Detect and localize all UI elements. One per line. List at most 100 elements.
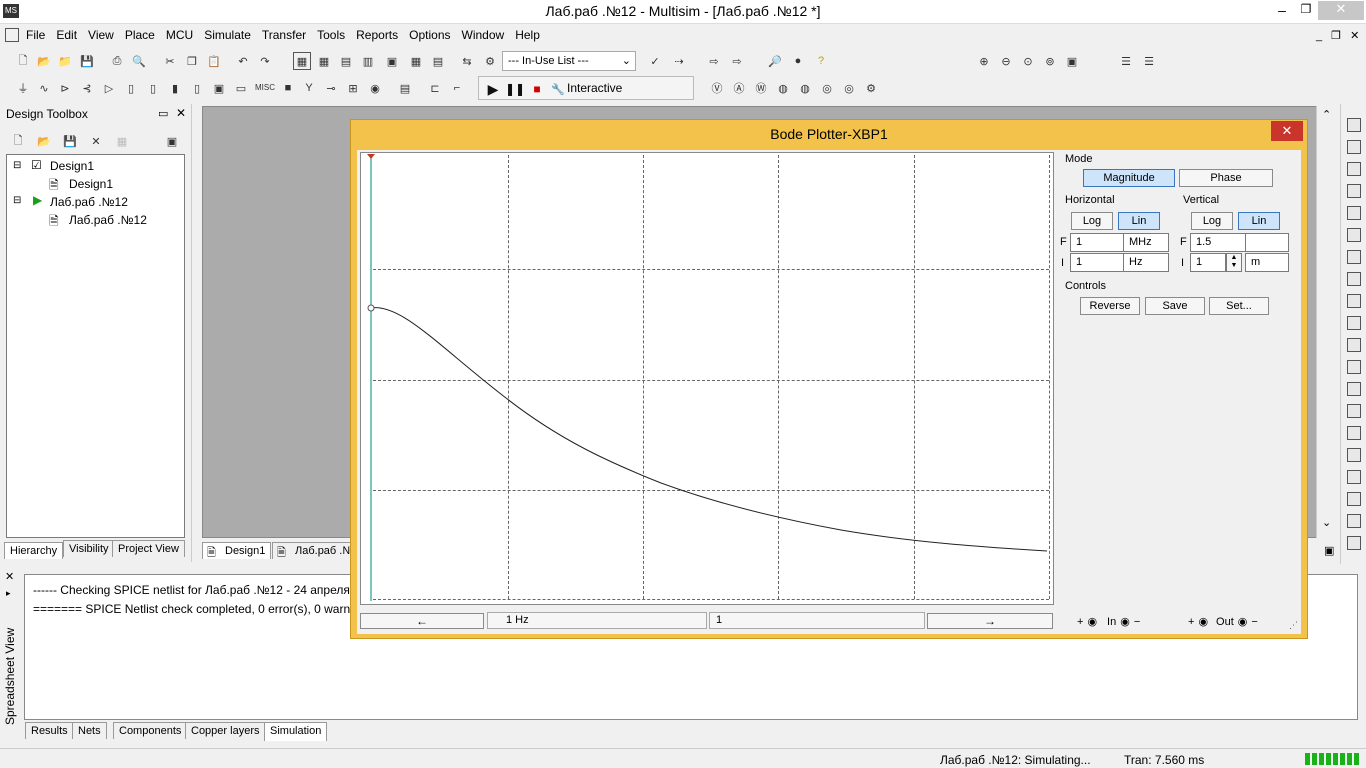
instrument-icon[interactable] — [1347, 470, 1361, 484]
instrument-icon[interactable] — [1347, 338, 1361, 352]
bus-icon[interactable]: ⊏ — [426, 79, 444, 97]
v-final-value[interactable]: 1.5 — [1190, 233, 1246, 252]
instrument-icon[interactable] — [1347, 448, 1361, 462]
menu-item-window[interactable]: Window — [462, 28, 505, 42]
h-initial-value[interactable]: 1 — [1070, 253, 1124, 272]
stop-icon[interactable]: ■ — [528, 80, 546, 98]
instrument-icon[interactable] — [1347, 360, 1361, 374]
terminal-icon[interactable]: ◉ — [1120, 615, 1130, 628]
toggle-toolbox-icon[interactable]: ▦ — [293, 52, 311, 70]
close-button[interactable]: ✕ — [1318, 1, 1364, 20]
fullscreen-icon[interactable]: ▣ — [1063, 52, 1081, 70]
tree-item-design1-sheet[interactable]: Design1 — [69, 177, 113, 191]
instrument-icon[interactable] — [1347, 382, 1361, 396]
tab-copper-layers[interactable]: Copper layers — [185, 722, 266, 739]
instrument-icon[interactable] — [1347, 162, 1361, 176]
save-icon[interactable]: 💾 — [78, 52, 96, 70]
electromech-icon[interactable]: ⊸ — [322, 79, 340, 97]
basic-icon[interactable]: ∿ — [35, 79, 53, 97]
menu-item-mcu[interactable]: MCU — [166, 28, 193, 42]
pause-icon[interactable]: ❚❚ — [505, 80, 525, 98]
tree-item-lab12-sheet[interactable]: Лаб.раб .№12 — [69, 213, 147, 227]
instrument-icon[interactable] — [1347, 140, 1361, 154]
menu-item-file[interactable]: File — [26, 28, 45, 42]
list-alt-icon[interactable]: ☰ — [1140, 52, 1158, 70]
close-design-icon[interactable]: ✕ — [87, 132, 105, 150]
h-initial-unit[interactable]: Hz — [1123, 253, 1169, 272]
menu-item-simulate[interactable]: Simulate — [204, 28, 251, 42]
v-initial-spinner[interactable]: ▲ ▼ — [1226, 253, 1242, 272]
instrument-icon[interactable] — [1347, 206, 1361, 220]
source-icon[interactable]: ⏚ — [14, 79, 32, 97]
terminal-icon[interactable]: ◉ — [1238, 615, 1248, 628]
vertical-log-button[interactable]: Log — [1191, 212, 1233, 230]
erc-icon[interactable]: ✓ — [646, 52, 664, 70]
panel-arrow-icon[interactable]: ▸ — [6, 588, 11, 599]
redo-icon[interactable]: ↷ — [256, 52, 274, 70]
find-icon[interactable]: 🔎 — [766, 52, 784, 70]
print-icon[interactable]: ⎙ — [108, 52, 126, 70]
instrument-icon[interactable] — [1347, 272, 1361, 286]
misc-digital-icon[interactable]: ▯ — [188, 79, 206, 97]
bom-icon[interactable]: ⚙ — [481, 52, 499, 70]
open-folder-icon[interactable]: 📁 — [56, 52, 74, 70]
tab-nets[interactable]: Nets — [72, 722, 107, 739]
forward-annotate-icon[interactable]: ⇨ — [705, 52, 723, 70]
menu-item-edit[interactable]: Edit — [56, 28, 77, 42]
transfer-icon[interactable]: ⇆ — [458, 52, 476, 70]
component-icon[interactable]: ▥ — [359, 52, 377, 70]
multimeter-icon[interactable]: Ⓥ — [708, 79, 726, 97]
instrument-icon[interactable] — [1347, 514, 1361, 528]
instrument-icon[interactable] — [1347, 404, 1361, 418]
analog-icon[interactable]: ▷ — [100, 79, 118, 97]
workspace-scrollbar[interactable]: ⌃ ⌄ — [1316, 106, 1336, 538]
v-initial-unit[interactable]: m — [1245, 253, 1289, 272]
bode-icon[interactable]: ◎ — [818, 79, 836, 97]
settings-gear-icon[interactable]: ⚙ — [862, 79, 880, 97]
instrument-icon[interactable] — [1347, 228, 1361, 242]
wattmeter-icon[interactable]: Ⓦ — [752, 79, 770, 97]
globe-icon[interactable]: ● — [789, 52, 807, 70]
h-final-value[interactable]: 1 — [1070, 233, 1124, 252]
pin-icon[interactable]: ▭ — [158, 107, 168, 120]
diode-icon[interactable]: ⊳ — [56, 79, 74, 97]
run-icon[interactable]: ▶ — [484, 80, 502, 98]
workspace-icon[interactable]: ▣ — [163, 132, 181, 150]
misc-icon[interactable]: MISC — [255, 83, 275, 92]
cursor-right-button[interactable]: → — [927, 613, 1053, 629]
save-button[interactable]: Save — [1145, 297, 1205, 315]
scope4-icon[interactable]: ◍ — [796, 79, 814, 97]
database-icon[interactable]: ▤ — [337, 52, 355, 70]
freq-counter-icon[interactable]: ◎ — [840, 79, 858, 97]
tab-simulation[interactable]: Simulation — [264, 722, 328, 741]
cut-icon[interactable]: ✂ — [161, 52, 179, 70]
mcu-comp-icon[interactable]: ▮ — [166, 79, 184, 97]
panel-close-icon[interactable]: ✕ — [5, 570, 14, 583]
print-preview-icon[interactable]: 🔍 — [130, 52, 148, 70]
expand-icon[interactable]: ⊟ — [13, 160, 21, 171]
scroll-up-icon[interactable]: ⌃ — [1322, 108, 1331, 121]
help-icon[interactable]: ? — [812, 52, 830, 70]
zoom-in-icon[interactable]: ⊕ — [975, 52, 993, 70]
inuse-list-select[interactable]: --- In-Use List --- ⌄ — [502, 51, 636, 71]
transistor-icon[interactable]: ⊰ — [78, 79, 96, 97]
tab-lab12[interactable]: 🗎 Лаб.раб .№ — [272, 542, 361, 559]
undo-icon[interactable]: ↶ — [234, 52, 252, 70]
postprocessor-icon[interactable]: ▦ — [407, 52, 425, 70]
expand-icon[interactable]: ⊟ — [13, 195, 21, 206]
v-final-unit[interactable] — [1245, 233, 1289, 252]
grapher-icon[interactable]: ▣ — [383, 52, 401, 70]
zoom-out-icon[interactable]: ⊖ — [997, 52, 1015, 70]
h-final-unit[interactable]: MHz — [1123, 233, 1169, 252]
instrument-icon[interactable] — [1347, 316, 1361, 330]
list-icon[interactable]: ☰ — [1117, 52, 1135, 70]
copy-icon[interactable]: ❐ — [183, 52, 201, 70]
terminal-icon[interactable]: ◉ — [1087, 615, 1097, 628]
function-gen-icon[interactable]: Ⓐ — [730, 79, 748, 97]
tab-project-view[interactable]: Project View — [112, 540, 185, 557]
toolbox-close-icon[interactable]: ✕ — [176, 106, 186, 120]
mdi-controls[interactable]: _ ❐ ✕ — [1316, 29, 1362, 42]
menu-item-tools[interactable]: Tools — [317, 28, 345, 42]
vertical-lin-button[interactable]: Lin — [1238, 212, 1280, 230]
menu-item-help[interactable]: Help — [515, 28, 540, 42]
